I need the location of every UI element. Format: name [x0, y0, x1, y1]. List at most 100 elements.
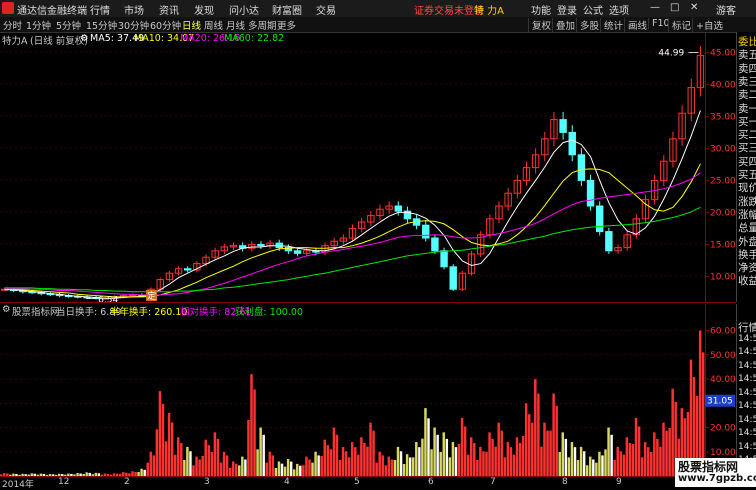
date-label: 7: [490, 477, 496, 487]
volume-bar: [598, 451, 601, 476]
volume-bar: [448, 457, 452, 476]
menu-item-wealth[interactable]: 财富圈: [272, 2, 302, 17]
indicator-settings-icon[interactable]: ⚙: [2, 304, 11, 315]
period-timeshare[interactable]: 分时: [3, 18, 22, 32]
date-label: 9: [616, 477, 622, 487]
price-chart[interactable]: 44.996.54 定: [0, 46, 705, 302]
volume-bar: [509, 447, 513, 476]
volume-bar: [601, 455, 604, 476]
maximize-icon[interactable]: □: [670, 2, 679, 13]
volume-bar: [628, 443, 632, 476]
period-weekly[interactable]: 周线: [204, 18, 223, 32]
period-30min[interactable]: 30分钟: [118, 18, 149, 32]
button-draw[interactable]: 画线: [624, 18, 647, 32]
period-1min[interactable]: 1分钟: [26, 18, 51, 32]
volume-bar: [527, 414, 531, 476]
button-overlay[interactable]: 叠加: [552, 18, 575, 32]
volume-bar: [375, 462, 378, 476]
volume-bar: [537, 393, 540, 476]
period-daily[interactable]: 日线: [182, 18, 201, 32]
volume-bar: [650, 452, 653, 476]
volume-bar: [640, 457, 644, 476]
volume-bar: [662, 422, 665, 476]
menu-item-quotes[interactable]: 行情: [90, 2, 110, 17]
volume-bar: [396, 446, 400, 476]
volume-bar: [515, 437, 519, 476]
volume-bar: [497, 422, 500, 476]
volume-bar: [466, 454, 470, 476]
menu-item-news[interactable]: 资讯: [159, 2, 179, 17]
volume-bar: [323, 439, 326, 476]
period-60min[interactable]: 60分钟: [150, 18, 181, 32]
menu-item-discover[interactable]: 发现: [194, 2, 214, 17]
current-value-label: 31.05: [707, 397, 733, 407]
volume-bar: [213, 432, 217, 476]
button-statistics[interactable]: 统计: [600, 18, 623, 32]
volume-tick-label: 10.00: [710, 448, 736, 458]
volume-bar: [470, 437, 473, 476]
volume-bar: [283, 466, 287, 476]
date-label: 6: [428, 477, 434, 487]
tick-time: 14:50: [738, 387, 756, 398]
button-mark[interactable]: 标记: [668, 18, 691, 32]
volume-bar: [170, 422, 174, 476]
menu-item-options[interactable]: 选项: [609, 2, 629, 17]
tick-time: 14:50: [738, 428, 756, 438]
volume-bar: [604, 449, 607, 476]
volume-bar: [476, 460, 479, 476]
volume-bar: [250, 374, 253, 476]
tick-time: 14:50: [738, 401, 756, 411]
menu-item-function[interactable]: 功能: [531, 2, 551, 17]
volume-bar: [204, 439, 207, 476]
candle: [293, 250, 302, 254]
close-icon[interactable]: ✕: [690, 2, 698, 13]
volume-bar: [412, 457, 415, 476]
period-toolbar: 分时 1分钟 5分钟 15分钟 30分钟 60分钟 日线 周线 月线 多周期 更…: [0, 17, 756, 33]
period-15min[interactable]: 15分钟: [86, 18, 117, 32]
volume-bar: [415, 442, 418, 476]
volume-bar: [463, 426, 467, 476]
volume-bar: [390, 459, 394, 476]
volume-bar: [665, 430, 668, 476]
menu-bar: 通达信金融终端 行情 市场 资讯 发现 问小达 财富圈 交易 证券交易未登录 特…: [0, 0, 756, 18]
volume-chart[interactable]: [0, 316, 705, 476]
volume-bar: [656, 438, 659, 476]
volume-bar: [454, 447, 458, 476]
price-tick-label: 40.00: [710, 80, 736, 90]
period-monthly[interactable]: 月线: [226, 18, 245, 32]
volume-bar: [555, 405, 558, 476]
candle: [577, 154, 586, 181]
period-5min[interactable]: 5分钟: [56, 18, 81, 32]
volume-bar: [207, 445, 210, 476]
button-multi-stock[interactable]: 多股: [576, 18, 599, 32]
guest-label[interactable]: 游客: [716, 2, 736, 17]
menu-item-login[interactable]: 登录: [557, 2, 577, 17]
period-multi[interactable]: 多周期: [248, 18, 277, 32]
button-adjust[interactable]: 复权: [528, 18, 551, 32]
volume-bar: [228, 468, 232, 476]
volume-bar: [564, 438, 568, 476]
volume-bar: [494, 446, 497, 476]
candle: [129, 294, 137, 297]
volume-bar: [372, 430, 375, 476]
button-add-watchlist[interactable]: +自选: [692, 18, 723, 32]
menu-item-trade[interactable]: 交易: [316, 2, 336, 17]
volume-bar: [619, 451, 622, 476]
volume-bar: [485, 452, 488, 476]
volume-bar: [326, 445, 330, 476]
volume-bar: [503, 457, 507, 476]
watermark-url: www.7gpzb.com: [678, 473, 756, 484]
volume-bar: [247, 420, 250, 476]
button-f10[interactable]: F10: [648, 18, 670, 29]
menu-item-assistant[interactable]: 问小达: [229, 2, 259, 17]
settings-icon[interactable]: ⚙: [80, 33, 89, 44]
volume-bar: [546, 430, 549, 476]
volume-bar: [634, 417, 638, 476]
volume-bar: [668, 428, 671, 476]
menu-item-formula[interactable]: 公式: [583, 2, 603, 17]
volume-bar: [292, 469, 296, 476]
period-more[interactable]: 更多: [277, 18, 296, 32]
minimize-icon[interactable]: —: [650, 2, 660, 13]
menu-item-market[interactable]: 市场: [124, 2, 144, 17]
volume-bar: [201, 456, 204, 476]
